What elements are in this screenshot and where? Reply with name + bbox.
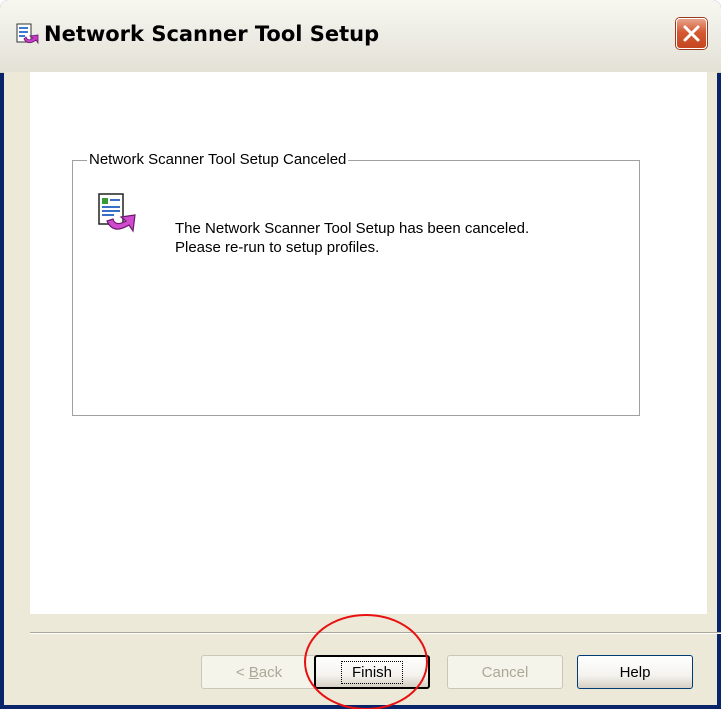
status-group-box: Network Scanner Tool Setup Canceled The …	[72, 151, 640, 416]
finish-button-label: Finish	[340, 660, 403, 684]
close-icon	[683, 25, 700, 42]
finish-button[interactable]: Finish	[314, 655, 430, 689]
title-bar[interactable]: Network Scanner Tool Setup	[0, 0, 721, 73]
group-box-label: Network Scanner Tool Setup Canceled	[87, 151, 349, 169]
status-message-line2: Please re-run to setup profiles.	[175, 239, 380, 256]
setup-window: Network Scanner Tool Setup Network Scann…	[0, 0, 721, 709]
cancel-button-label: Cancel	[481, 663, 529, 681]
help-button-label: Help	[619, 663, 651, 681]
button-separator	[30, 632, 721, 634]
close-button[interactable]	[676, 18, 707, 49]
content-panel: Network Scanner Tool Setup Canceled The …	[30, 72, 707, 614]
document-arrow-icon	[93, 191, 141, 239]
back-button[interactable]: < Back	[201, 655, 317, 689]
cancel-button[interactable]: Cancel	[447, 655, 563, 689]
help-button[interactable]: Help	[577, 655, 693, 689]
status-message: The Network Scanner Tool Setup has been …	[175, 219, 529, 257]
back-button-accelerator: B	[248, 663, 259, 681]
status-message-line1: The Network Scanner Tool Setup has been …	[175, 220, 530, 237]
window-title: Network Scanner Tool Setup	[44, 22, 380, 46]
dialog-client-area: Network Scanner Tool Setup Canceled The …	[4, 72, 721, 705]
back-button-rest: ack	[258, 663, 283, 681]
setup-wizard-icon	[14, 22, 40, 48]
back-button-prefix: <	[235, 663, 249, 681]
